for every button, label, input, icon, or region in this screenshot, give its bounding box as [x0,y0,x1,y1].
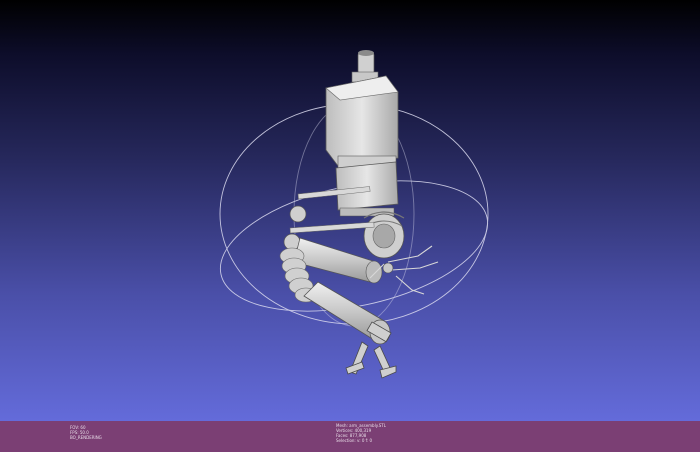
status-info-right: Mesh: arm_assembly.STL Vertices: 400,319… [336,423,386,443]
status-selection: Selection: v: 0 f: 0 [336,438,373,443]
status-info-left: FOV: 60 FPS: 50.0 BO_RENDERING [70,425,102,440]
status-render-mode: BO_RENDERING [70,435,102,440]
status-bar: FOV: 60 FPS: 50.0 BO_RENDERING Mesh: arm… [0,421,700,452]
3d-viewport[interactable]: FOV: 60 FPS: 50.0 BO_RENDERING Mesh: arm… [0,0,700,452]
scene-canvas[interactable] [0,0,700,452]
